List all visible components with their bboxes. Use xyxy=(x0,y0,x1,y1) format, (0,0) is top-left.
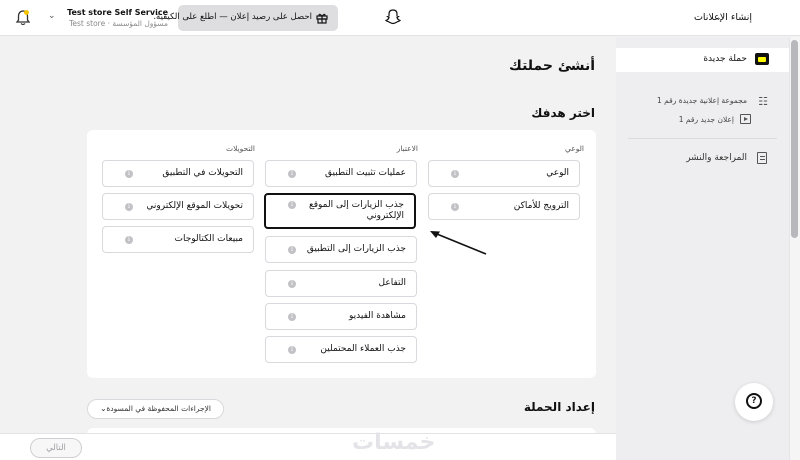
info-icon[interactable]: i xyxy=(288,170,296,178)
info-icon[interactable]: i xyxy=(288,201,296,209)
goal-option-lead-generation[interactable]: جذب العملاء المحتملين i xyxy=(265,336,417,363)
goal-option-video-views[interactable]: مشاهدة الفيديو i xyxy=(265,303,417,330)
goal-option-app-installs[interactable]: عمليات تثبيت التطبيق i xyxy=(265,160,417,187)
goal-section-title: اختر هدفك xyxy=(531,106,595,120)
drafts-label: الإجراءات المحفوظة في المسودة xyxy=(106,404,211,413)
info-icon[interactable]: i xyxy=(125,203,133,211)
sidebar-item-review-publish[interactable]: المراجعة والنشر xyxy=(686,153,747,163)
goal-label: الوعي xyxy=(546,168,569,178)
review-document-icon xyxy=(757,152,767,164)
watermark-logo: خمسات xyxy=(352,430,436,455)
chevron-down-icon: ⌄ xyxy=(100,404,107,413)
goal-label: جذب الزيارات إلى التطبيق xyxy=(306,244,406,254)
bell-icon[interactable] xyxy=(14,9,32,27)
goal-label: تحويلات الموقع الإلكتروني xyxy=(146,201,243,211)
info-icon[interactable]: i xyxy=(125,236,133,244)
goal-label: مشاهدة الفيديو xyxy=(348,311,406,321)
goal-option-website-conversions[interactable]: تحويلات الموقع الإلكتروني i xyxy=(102,193,254,220)
info-icon[interactable]: i xyxy=(288,313,296,321)
account-chevron-down-icon[interactable]: ⌄ xyxy=(48,11,56,21)
campaign-folder-icon xyxy=(755,53,769,65)
info-icon[interactable]: i xyxy=(288,346,296,354)
snapchat-ghost-logo-icon[interactable] xyxy=(383,7,403,27)
goal-option-app-conversions[interactable]: التحويلات في التطبيق i xyxy=(102,160,254,187)
info-icon[interactable]: i xyxy=(288,246,296,254)
sidebar-item-label: حملة جديدة xyxy=(703,54,747,64)
column-heading-conversions: التحويلات xyxy=(226,144,255,153)
goal-label: التفاعل xyxy=(378,278,406,288)
campaign-setup-title: إعداد الحملة xyxy=(523,400,595,414)
goal-option-catalog-sales[interactable]: مبيعات الكتالوجات i xyxy=(102,226,254,253)
sidebar-item-new-campaign[interactable]: حملة جديدة xyxy=(616,48,789,72)
goal-option-awareness[interactable]: الوعي i xyxy=(428,160,580,187)
goal-label: عمليات تثبيت التطبيق xyxy=(325,168,406,178)
sidebar-item-new-ad[interactable]: إعلان جديد رقم 1 xyxy=(679,115,734,124)
column-heading-awareness: الوعي xyxy=(565,144,584,153)
sidebar-divider xyxy=(628,138,777,139)
help-question-icon: ? xyxy=(746,393,762,409)
info-icon[interactable]: i xyxy=(288,280,296,288)
create-ads-menu[interactable]: إنشاء الإعلانات xyxy=(694,12,752,23)
ad-play-icon xyxy=(740,114,751,124)
goal-label: جذب الزيارات إلى الموقع الإلكتروني xyxy=(308,200,404,221)
goal-option-promote-places[interactable]: الترويج للأماكن i xyxy=(428,193,580,220)
info-icon[interactable]: i xyxy=(125,170,133,178)
goal-label: الترويج للأماكن xyxy=(513,201,569,211)
sidebar-item-ad-group[interactable]: مجموعة إعلانية جديدة رقم 1 xyxy=(657,96,747,105)
help-button[interactable]: ? xyxy=(735,383,773,421)
gift-icon xyxy=(316,13,328,24)
saved-drafts-dropdown[interactable]: الإجراءات المحفوظة في المسودة ⌄ xyxy=(87,399,224,419)
goal-label: التحويلات في التطبيق xyxy=(162,168,243,178)
ad-credit-promo-button[interactable]: احصل على رصيد إعلان — اطلع على الكيفية. xyxy=(153,5,338,31)
info-icon[interactable]: i xyxy=(451,203,459,211)
column-heading-consideration: الاعتبار xyxy=(396,144,418,153)
info-icon[interactable]: i xyxy=(451,170,459,178)
top-bar: ⌄ Test store Self Service Test store · م… xyxy=(0,0,800,36)
goal-label: جذب العملاء المحتملين xyxy=(320,344,406,354)
promo-text: احصل على رصيد إعلان — اطلع على الكيفية. xyxy=(153,12,312,22)
bottom-action-bar xyxy=(0,433,616,460)
scrollbar-thumb[interactable] xyxy=(791,40,798,238)
goal-option-website-traffic[interactable]: جذب الزيارات إلى الموقع الإلكتروني i xyxy=(264,193,416,229)
ad-group-grid-icon: ☷ xyxy=(758,95,768,108)
page-title: أنشئ حملتك xyxy=(509,58,595,74)
annotation-arrow-icon xyxy=(430,231,487,255)
goal-label: مبيعات الكتالوجات xyxy=(174,234,243,244)
goal-option-app-traffic[interactable]: جذب الزيارات إلى التطبيق i xyxy=(265,236,417,263)
next-button[interactable]: التالي xyxy=(30,438,82,458)
goal-option-engagement[interactable]: التفاعل i xyxy=(265,270,417,297)
